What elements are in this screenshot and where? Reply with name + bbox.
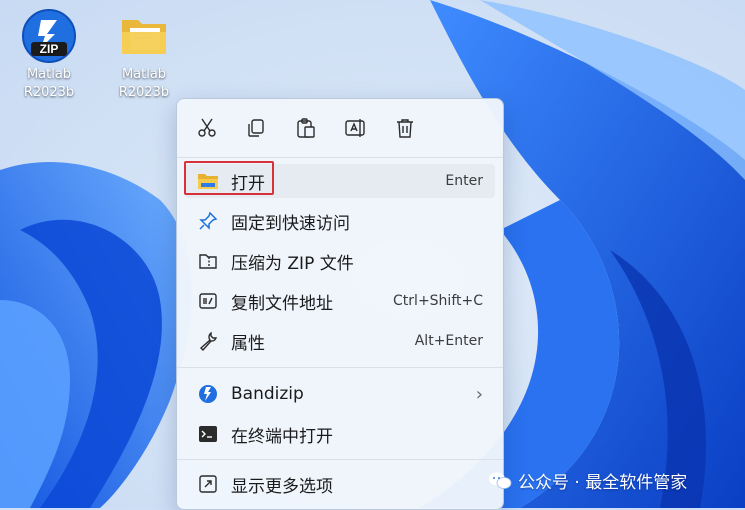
desktop-icon-matlab-zip[interactable]: ZIP Matlab R2023b	[14, 8, 84, 102]
menu-item-open-terminal[interactable]: 在终端中打开	[185, 417, 495, 451]
watermark: 公众号 · 最全软件管家	[488, 468, 687, 493]
menu-item-pin-quick-access[interactable]: 固定到快速访问	[185, 204, 495, 238]
zip-archive-icon: ZIP	[22, 9, 76, 63]
menu-item-shortcut: Enter	[445, 173, 483, 189]
terminal-icon	[197, 423, 219, 445]
folder-icon	[122, 20, 166, 54]
paste-button[interactable]	[293, 115, 319, 141]
menu-item-show-more-options[interactable]: 显示更多选项	[185, 467, 495, 501]
menu-item-properties[interactable]: 属性 Alt+Enter	[185, 324, 495, 358]
desktop-icon-sublabel: R2023b	[118, 85, 170, 100]
menu-item-label: 显示更多选项	[231, 476, 333, 497]
delete-icon	[397, 119, 413, 138]
desktop-icon-sublabel: R2023b	[23, 85, 75, 100]
rename-icon	[345, 119, 365, 137]
cut-button[interactable]	[194, 115, 220, 141]
zip-folder-icon	[197, 250, 219, 272]
menu-item-label: Bandizip	[231, 384, 304, 404]
copy-button[interactable]	[243, 115, 269, 141]
bandizip-icon	[197, 383, 219, 405]
desktop-icon-label: Matlab	[26, 67, 72, 82]
desktop-icon-label: Matlab	[121, 67, 167, 82]
context-menu: 打开 Enter 固定到快速访问 压缩为 ZIP 文件 复制文件地址 Ctrl+…	[176, 98, 504, 510]
context-menu-toolbar	[177, 99, 503, 157]
menu-item-copy-path[interactable]: 复制文件地址 Ctrl+Shift+C	[185, 284, 495, 318]
menu-item-label: 属性	[231, 333, 265, 354]
paste-icon	[297, 118, 315, 138]
zip-badge-text: ZIP	[40, 42, 59, 56]
menu-item-bandizip[interactable]: Bandizip ›	[185, 377, 495, 411]
wechat-icon	[489, 472, 512, 489]
copy-icon	[248, 119, 264, 137]
rename-button[interactable]	[342, 115, 368, 141]
watermark-text: 公众号 · 最全软件管家	[518, 473, 688, 493]
menu-item-label: 复制文件地址	[231, 293, 333, 314]
desktop-icon-matlab-folder[interactable]: Matlab R2023b	[109, 8, 179, 102]
pin-icon	[197, 210, 219, 232]
menu-item-label: 在终端中打开	[231, 426, 333, 447]
delete-button[interactable]	[392, 115, 418, 141]
menu-separator	[177, 367, 503, 368]
menu-item-label: 压缩为 ZIP 文件	[231, 253, 354, 274]
more-options-icon	[197, 473, 219, 495]
menu-item-shortcut: Alt+Enter	[414, 333, 483, 349]
menu-item-shortcut: Ctrl+Shift+C	[393, 293, 483, 309]
wrench-icon	[197, 330, 219, 352]
highlight-annotation-box	[184, 161, 274, 195]
menu-separator	[177, 459, 503, 460]
chevron-right-icon: ›	[475, 383, 483, 405]
menu-item-compress-zip[interactable]: 压缩为 ZIP 文件	[185, 244, 495, 278]
menu-separator	[177, 157, 503, 158]
menu-item-label: 固定到快速访问	[231, 213, 350, 234]
copy-path-icon	[197, 290, 219, 312]
cut-icon	[198, 118, 216, 137]
